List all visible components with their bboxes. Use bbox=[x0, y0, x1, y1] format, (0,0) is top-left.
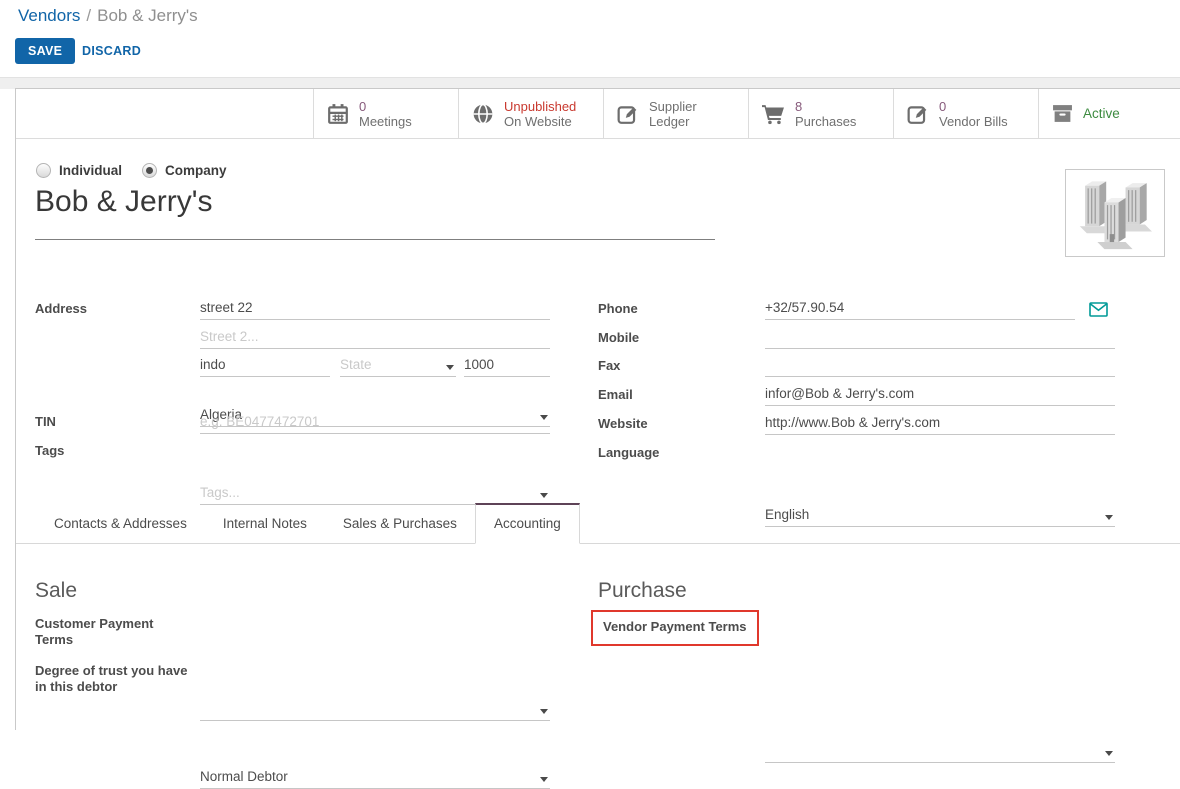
trust-degree-label: Degree of trust you have in this debtor bbox=[35, 663, 190, 695]
sms-envelope-icon[interactable] bbox=[1089, 302, 1108, 317]
website-label: Website bbox=[598, 416, 648, 432]
company-avatar[interactable] bbox=[1065, 169, 1165, 257]
meetings-button[interactable]: 0Meetings bbox=[313, 89, 458, 138]
breadcrumb-current: Bob & Jerry's bbox=[97, 6, 198, 25]
supplier-ledger-line1: Supplier bbox=[649, 99, 697, 114]
tin-label: TIN bbox=[35, 414, 56, 430]
vendor-payment-terms-highlight: Vendor Payment Terms bbox=[591, 610, 759, 646]
mobile-field[interactable] bbox=[765, 328, 1115, 349]
vendor-payment-terms-select[interactable] bbox=[765, 742, 1115, 763]
supplier-ledger-button[interactable]: SupplierLedger bbox=[603, 89, 748, 138]
sale-group-title: Sale bbox=[35, 579, 77, 603]
company-radio[interactable] bbox=[142, 163, 157, 178]
trust-degree-select[interactable]: Normal Debtor bbox=[200, 768, 550, 789]
stat-row-divider bbox=[16, 138, 1180, 139]
archive-icon bbox=[1052, 103, 1073, 124]
form-sheet: 0Meetings UnpublishedOn Website Supplier… bbox=[15, 88, 1180, 730]
chevron-down-icon bbox=[1105, 751, 1113, 756]
save-button[interactable]: SAVE bbox=[15, 38, 75, 64]
tab-contacts-addresses[interactable]: Contacts & Addresses bbox=[36, 504, 205, 543]
chevron-down-icon bbox=[540, 777, 548, 782]
tags-label: Tags bbox=[35, 443, 64, 459]
calendar-icon bbox=[327, 103, 349, 125]
purchase-group-title: Purchase bbox=[598, 579, 687, 603]
vendor-bills-button[interactable]: 0Vendor Bills bbox=[893, 89, 1038, 138]
website-status-button[interactable]: UnpublishedOn Website bbox=[458, 89, 603, 138]
partner-name-input[interactable]: Bob & Jerry's bbox=[35, 185, 212, 219]
purchases-button[interactable]: 8Purchases bbox=[748, 89, 893, 138]
active-toggle-button[interactable]: Active bbox=[1038, 89, 1180, 138]
meetings-count: 0 bbox=[359, 99, 412, 114]
mobile-label: Mobile bbox=[598, 330, 639, 346]
zip-field[interactable] bbox=[464, 356, 550, 377]
partner-name-underline bbox=[35, 239, 715, 240]
vendor-bills-label: Vendor Bills bbox=[939, 114, 1008, 129]
city-field[interactable] bbox=[200, 356, 330, 377]
state-select[interactable]: State bbox=[340, 356, 456, 377]
breadcrumb: Vendors / Bob & Jerry's bbox=[18, 6, 198, 26]
tags-field[interactable]: Tags... bbox=[200, 484, 550, 505]
website-status-label: On Website bbox=[504, 114, 576, 129]
phone-label: Phone bbox=[598, 301, 638, 317]
website-field[interactable] bbox=[765, 414, 1115, 435]
buildings-image bbox=[1071, 174, 1159, 252]
meetings-label: Meetings bbox=[359, 114, 412, 129]
supplier-ledger-line2: Ledger bbox=[649, 114, 697, 129]
street2-field[interactable] bbox=[200, 328, 550, 349]
breadcrumb-separator: / bbox=[86, 6, 91, 25]
globe-icon bbox=[472, 103, 494, 125]
purchases-count: 8 bbox=[795, 99, 856, 114]
vendor-bills-count: 0 bbox=[939, 99, 1008, 114]
tab-sales-purchases[interactable]: Sales & Purchases bbox=[325, 504, 475, 543]
chevron-down-icon bbox=[540, 493, 548, 498]
stat-button-row: 0Meetings UnpublishedOn Website Supplier… bbox=[313, 89, 1180, 138]
website-status-value: Unpublished bbox=[504, 99, 576, 114]
tin-field[interactable] bbox=[200, 413, 550, 434]
email-field[interactable] bbox=[765, 385, 1115, 406]
individual-radio-label: Individual bbox=[59, 163, 122, 178]
company-radio-label: Company bbox=[165, 163, 227, 178]
address-label: Address bbox=[35, 301, 87, 317]
language-label: Language bbox=[598, 445, 659, 461]
phone-field[interactable] bbox=[765, 299, 1075, 320]
customer-payment-terms-select[interactable] bbox=[200, 700, 550, 721]
email-label: Email bbox=[598, 387, 633, 403]
purchases-label: Purchases bbox=[795, 114, 856, 129]
tab-internal-notes[interactable]: Internal Notes bbox=[205, 504, 325, 543]
active-label: Active bbox=[1083, 106, 1120, 121]
company-type-selector: Individual Company bbox=[36, 163, 239, 178]
customer-payment-terms-label: Customer Payment Terms bbox=[35, 616, 190, 648]
edit-icon bbox=[617, 103, 639, 125]
chevron-down-icon bbox=[446, 365, 454, 370]
vendor-payment-terms-label: Vendor Payment Terms bbox=[603, 619, 747, 634]
cart-icon bbox=[762, 103, 785, 125]
individual-radio[interactable] bbox=[36, 163, 51, 178]
street-field[interactable] bbox=[200, 299, 550, 320]
tab-accounting[interactable]: Accounting bbox=[475, 503, 580, 544]
discard-button[interactable]: DISCARD bbox=[82, 44, 141, 58]
fax-field[interactable] bbox=[765, 356, 1115, 377]
fax-label: Fax bbox=[598, 358, 620, 374]
notebook-tabs: Contacts & Addresses Internal Notes Sale… bbox=[16, 503, 1180, 544]
chevron-down-icon bbox=[540, 709, 548, 714]
breadcrumb-vendors-link[interactable]: Vendors bbox=[18, 6, 80, 25]
edit-icon bbox=[907, 103, 929, 125]
